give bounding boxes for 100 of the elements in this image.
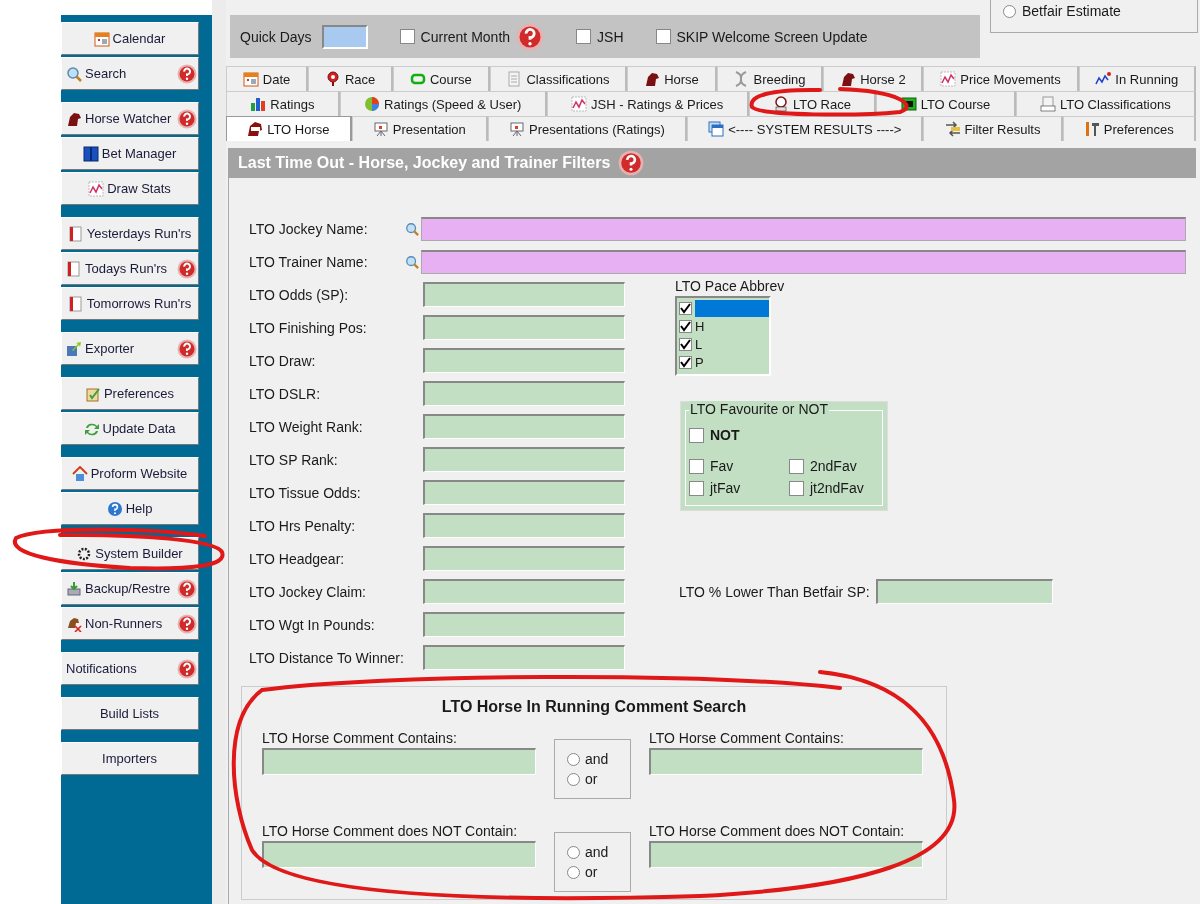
checkbox[interactable] bbox=[679, 355, 692, 369]
checkbox[interactable] bbox=[655, 29, 671, 44]
radio-button[interactable] bbox=[567, 772, 580, 786]
help-icon[interactable] bbox=[177, 258, 197, 279]
tab[interactable]: <---- SYSTEM RESULTS ----> bbox=[687, 116, 924, 141]
tab[interactable]: Breeding bbox=[716, 66, 824, 91]
sidebar-button[interactable]: Preferences bbox=[61, 377, 199, 410]
horse-icon bbox=[840, 71, 857, 87]
tab[interactable]: JSH - Ratings & Prices bbox=[546, 91, 749, 116]
sidebar-button[interactable]: Draw Stats bbox=[61, 172, 199, 205]
input-field[interactable] bbox=[423, 447, 625, 472]
radio-button[interactable] bbox=[567, 752, 580, 766]
help-icon[interactable] bbox=[177, 658, 197, 679]
sidebar-button[interactable]: Yesterdays Run'rs bbox=[61, 217, 199, 250]
group-title: LTO Horse In Running Comment Search bbox=[440, 698, 748, 716]
input-field[interactable] bbox=[423, 414, 625, 439]
input-field[interactable] bbox=[321, 24, 368, 49]
sidebar-button[interactable]: Update Data bbox=[61, 412, 199, 445]
tab[interactable]: Course bbox=[393, 66, 490, 91]
tab[interactable]: Race bbox=[308, 66, 394, 91]
input-field[interactable] bbox=[423, 513, 625, 538]
input-field[interactable] bbox=[421, 216, 1186, 241]
checkbox-label: jt2ndFav bbox=[810, 480, 864, 496]
input-field[interactable] bbox=[649, 748, 923, 775]
tab[interactable]: Preferences bbox=[1062, 116, 1196, 141]
input-field[interactable] bbox=[423, 381, 625, 406]
input-field[interactable] bbox=[875, 579, 1053, 604]
sidebar-button[interactable]: Calendar bbox=[61, 22, 199, 55]
field-label: LTO Hrs Penalty: bbox=[249, 517, 357, 534]
list-item[interactable]: P bbox=[695, 353, 769, 371]
checkbox[interactable] bbox=[689, 480, 704, 496]
sidebar-button[interactable]: Horse Watcher bbox=[61, 102, 199, 135]
tab[interactable]: Ratings bbox=[226, 91, 340, 116]
line-chart-icon bbox=[1095, 71, 1112, 87]
tab[interactable]: Presentation bbox=[351, 116, 488, 141]
input-field[interactable] bbox=[423, 282, 625, 307]
sidebar-button[interactable]: Proform Website bbox=[61, 457, 199, 490]
input-field[interactable] bbox=[262, 748, 536, 775]
checkbox[interactable] bbox=[789, 480, 804, 496]
checkbox[interactable] bbox=[689, 427, 704, 443]
tab[interactable]: Price Movements bbox=[923, 66, 1079, 91]
input-field[interactable] bbox=[262, 841, 536, 868]
sidebar-button[interactable]: Exporter bbox=[61, 332, 199, 365]
field-label: LTO Horse Comment does NOT Contain: bbox=[262, 823, 519, 839]
checkbox[interactable] bbox=[789, 458, 804, 474]
list-item[interactable]: H bbox=[695, 317, 769, 335]
checkbox[interactable] bbox=[679, 319, 692, 333]
field-label: LTO Horse Comment Contains: bbox=[649, 730, 845, 746]
input-field[interactable] bbox=[423, 546, 625, 571]
tab[interactable]: Horse bbox=[627, 66, 717, 91]
tab[interactable]: LTO Horse bbox=[226, 116, 352, 141]
help-icon[interactable] bbox=[177, 613, 197, 634]
field-label: LTO % Lower Than Betfair SP: bbox=[679, 583, 870, 600]
field-label: LTO Distance To Winner: bbox=[249, 649, 405, 666]
sidebar-button[interactable]: Importers bbox=[61, 742, 199, 775]
tab[interactable]: Date bbox=[226, 66, 309, 91]
input-field[interactable] bbox=[423, 315, 625, 340]
help-icon[interactable] bbox=[177, 578, 197, 599]
field-label: LTO Odds (SP): bbox=[249, 286, 350, 303]
input-field[interactable] bbox=[423, 348, 625, 373]
search-icon bbox=[66, 65, 82, 82]
list-item[interactable]: L bbox=[695, 335, 769, 353]
tab[interactable]: Horse 2 bbox=[823, 66, 924, 91]
input-field[interactable] bbox=[423, 645, 625, 670]
tab[interactable]: LTO Course bbox=[876, 91, 1016, 116]
help-icon[interactable] bbox=[177, 63, 197, 84]
checkbox[interactable] bbox=[679, 337, 692, 351]
tab[interactable]: In Running bbox=[1078, 66, 1197, 91]
help-icon[interactable] bbox=[177, 108, 197, 129]
sidebar-button[interactable]: Tomorrows Run'rs bbox=[61, 287, 199, 320]
checkbox[interactable] bbox=[399, 29, 415, 44]
input-field[interactable] bbox=[421, 249, 1186, 274]
radio-button[interactable] bbox=[567, 845, 580, 859]
spreadsheet-icon bbox=[66, 260, 82, 277]
sidebar-button[interactable]: Backup/Restre bbox=[61, 572, 199, 605]
tab[interactable]: Filter Results bbox=[923, 116, 1063, 141]
sidebar-button[interactable]: Search bbox=[61, 57, 199, 90]
sidebar-button[interactable]: Non-Runners bbox=[61, 607, 199, 640]
input-field[interactable] bbox=[649, 841, 923, 868]
help-icon[interactable] bbox=[516, 22, 545, 51]
sidebar-button[interactable]: Bet Manager bbox=[61, 137, 199, 170]
input-field[interactable] bbox=[423, 480, 625, 505]
sidebar-button[interactable]: Help bbox=[61, 492, 199, 525]
input-field[interactable] bbox=[423, 612, 625, 637]
sidebar-button[interactable]: Todays Run'rs bbox=[61, 252, 199, 285]
help-icon[interactable] bbox=[177, 338, 197, 359]
tab[interactable]: Classifications bbox=[489, 66, 628, 91]
checkbox[interactable] bbox=[679, 301, 692, 315]
radio-button[interactable] bbox=[1003, 4, 1016, 18]
help-icon[interactable] bbox=[618, 150, 645, 176]
tab[interactable]: LTO Classifications bbox=[1015, 91, 1197, 116]
input-field[interactable] bbox=[423, 579, 625, 604]
radio-button[interactable] bbox=[567, 865, 580, 879]
tab[interactable]: Ratings (Speed & User) bbox=[339, 91, 547, 116]
sidebar-button[interactable]: Notifications bbox=[61, 652, 199, 685]
line-chart-icon bbox=[940, 71, 957, 87]
checkbox[interactable] bbox=[689, 458, 704, 474]
sidebar-button[interactable]: Build Lists bbox=[61, 697, 199, 730]
tab[interactable]: Presentations (Ratings) bbox=[487, 116, 688, 141]
checkbox[interactable] bbox=[576, 29, 592, 44]
